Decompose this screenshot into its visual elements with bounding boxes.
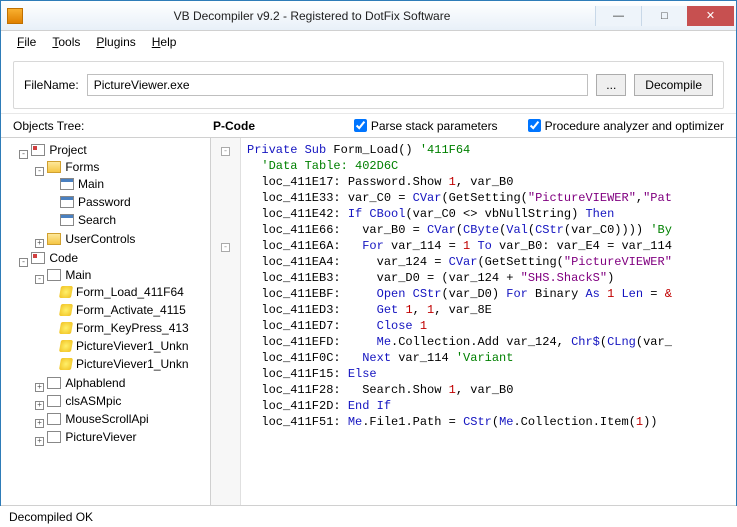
parse-stack-input[interactable] (354, 119, 367, 132)
menu-plugins[interactable]: Plugins (90, 33, 141, 51)
module-icon (47, 269, 61, 281)
module-icon (47, 395, 61, 407)
window-title: VB Decompiler v9.2 - Registered to DotFi… (29, 9, 595, 23)
tree-mousescrollapi[interactable]: MouseScrollApi (47, 412, 148, 426)
tree-forms[interactable]: Forms (47, 160, 99, 174)
module-icon (47, 377, 61, 389)
browse-button[interactable]: ... (596, 74, 626, 96)
module-icon (47, 431, 61, 443)
tree-fn-formload[interactable]: Form_Load_411F64 (60, 285, 184, 299)
objects-tree[interactable]: - Project - Forms Main Password Search +… (1, 138, 211, 505)
expand-icon[interactable]: + (35, 401, 44, 410)
folder-icon (47, 161, 61, 173)
function-icon (59, 358, 73, 370)
project-icon (31, 144, 45, 156)
proc-analyzer-checkbox[interactable]: Procedure analyzer and optimizer (528, 119, 724, 133)
tree-project[interactable]: Project (31, 143, 86, 157)
tree-fn-pv1b[interactable]: PictureViever1_Unkn (60, 357, 189, 371)
tree-fn-formactivate[interactable]: Form_Activate_4115 (60, 303, 186, 317)
tree-code[interactable]: Code (31, 251, 78, 265)
fold-icon[interactable]: - (221, 147, 230, 156)
form-icon (60, 214, 74, 226)
parse-stack-checkbox[interactable]: Parse stack parameters (354, 119, 498, 133)
function-icon (59, 340, 73, 352)
module-icon (47, 413, 61, 425)
header-row: Objects Tree: P-Code Parse stack paramet… (1, 113, 736, 137)
tree-clsasmpic[interactable]: clsASMpic (47, 394, 121, 408)
tree-fn-pv1a[interactable]: PictureViever1_Unkn (60, 339, 189, 353)
expand-icon[interactable]: + (35, 239, 44, 248)
menu-tools[interactable]: Tools (46, 33, 86, 51)
expand-icon[interactable]: + (35, 419, 44, 428)
main-area: - Project - Forms Main Password Search +… (1, 137, 736, 505)
function-icon (59, 286, 73, 298)
fold-icon[interactable]: - (221, 243, 230, 252)
expand-icon[interactable]: - (19, 258, 28, 267)
expand-icon[interactable]: + (35, 383, 44, 392)
filename-input[interactable] (87, 74, 589, 96)
close-button[interactable]: ✕ (687, 6, 734, 26)
menu-file[interactable]: File (11, 33, 42, 51)
tree-usercontrols[interactable]: UserControls (47, 232, 135, 246)
expand-icon[interactable]: + (35, 437, 44, 446)
filename-panel: FileName: ... Decompile (13, 61, 724, 109)
code-icon (31, 252, 45, 264)
minimize-button[interactable]: — (595, 6, 641, 26)
form-icon (60, 196, 74, 208)
folder-icon (47, 233, 61, 245)
form-icon (60, 178, 74, 190)
statusbar: Decompiled OK (1, 505, 736, 527)
tree-form-password[interactable]: Password (60, 195, 131, 209)
menu-help[interactable]: Help (146, 33, 183, 51)
menubar: File Tools Plugins Help (1, 31, 736, 53)
expand-icon[interactable]: - (35, 167, 44, 176)
code-panel: - - Private Sub Form_Load() '411F64 'Dat… (211, 138, 736, 505)
expand-icon[interactable]: - (19, 150, 28, 159)
app-icon (7, 8, 23, 24)
tree-alphablend[interactable]: Alphablend (47, 376, 125, 390)
titlebar: VB Decompiler v9.2 - Registered to DotFi… (1, 1, 736, 31)
decompile-button[interactable]: Decompile (634, 74, 713, 96)
status-text: Decompiled OK (9, 510, 93, 524)
tree-form-search[interactable]: Search (60, 213, 116, 227)
window-buttons: — □ ✕ (595, 6, 734, 26)
code-view[interactable]: Private Sub Form_Load() '411F64 'Data Ta… (241, 138, 736, 505)
pcode-label: P-Code (213, 119, 353, 133)
tree-pictureviever[interactable]: PictureViever (47, 430, 136, 444)
filename-label: FileName: (24, 78, 79, 92)
objects-tree-label: Objects Tree: (13, 119, 213, 133)
maximize-button[interactable]: □ (641, 6, 687, 26)
tree-code-main[interactable]: Main (47, 268, 91, 282)
tree-fn-formkeypress[interactable]: Form_KeyPress_413 (60, 321, 189, 335)
function-icon (59, 322, 73, 334)
proc-analyzer-input[interactable] (528, 119, 541, 132)
tree-form-main[interactable]: Main (60, 177, 104, 191)
expand-icon[interactable]: - (35, 275, 44, 284)
function-icon (59, 304, 73, 316)
code-gutter: - - (211, 138, 241, 505)
